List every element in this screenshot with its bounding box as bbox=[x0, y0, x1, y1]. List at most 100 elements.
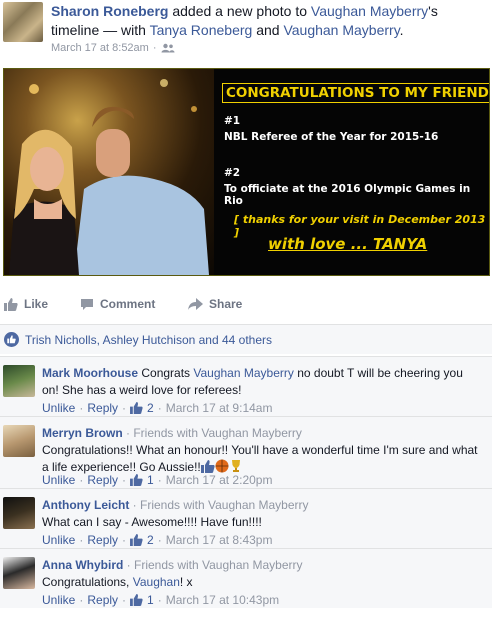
comment-icon bbox=[81, 298, 93, 310]
post-action-text: added a new photo to bbox=[168, 3, 311, 19]
reply-link[interactable]: Reply bbox=[87, 593, 118, 607]
comment-author[interactable]: Mark Moorhouse bbox=[42, 366, 138, 380]
separator: · bbox=[157, 533, 162, 547]
comment-like-count[interactable]: 1 bbox=[147, 593, 154, 607]
comment-timestamp[interactable]: March 17 at 10:43pm bbox=[166, 593, 279, 607]
thumbs-up-icon bbox=[4, 297, 18, 311]
comment-body: Merryn Brown · Friends with Vaughan Mayb… bbox=[42, 425, 482, 476]
comment-author[interactable]: Anna Whybird bbox=[42, 558, 123, 572]
comment-label: Comment bbox=[100, 297, 156, 311]
comment-text-before: Congratulations, bbox=[42, 575, 133, 589]
reply-link[interactable]: Reply bbox=[87, 533, 118, 547]
separator: · bbox=[79, 401, 84, 415]
post-possessive: 's bbox=[428, 3, 438, 19]
comments-list: Mark Moorhouse Congrats Vaughan Mayberry… bbox=[0, 356, 492, 608]
likes-summary-text: Trish Nicholls, Ashley Hutchison and 44 … bbox=[25, 332, 273, 347]
photo-item2-text: To officiate at the 2016 Olympic Games i… bbox=[224, 183, 471, 207]
comment-item: Anna Whybird · Friends with Vaughan Mayb… bbox=[0, 548, 492, 608]
reply-link[interactable]: Reply bbox=[87, 473, 118, 487]
separator: · bbox=[122, 593, 127, 607]
separator: · bbox=[157, 473, 162, 487]
author-avatar[interactable] bbox=[3, 2, 43, 42]
post-timeline-with: timeline — with bbox=[51, 22, 150, 38]
thumbs-up-icon bbox=[130, 474, 143, 486]
comment-friends-with: · Friends with Vaughan Mayberry bbox=[123, 558, 303, 572]
comment-actions: Unlike · Reply · 1 · March 17 at 2:20pm bbox=[42, 473, 272, 487]
comment-actions: Unlike · Reply · 2 · March 17 at 9:14am bbox=[42, 401, 272, 415]
separator: · bbox=[157, 593, 162, 607]
photo-people-illustration bbox=[9, 79, 209, 275]
photo-title: CONGRATULATIONS TO MY FRIEND bbox=[222, 83, 489, 103]
separator: · bbox=[122, 401, 127, 415]
separator: · bbox=[122, 533, 127, 547]
thumbs-up-icon bbox=[130, 534, 143, 546]
separator: · bbox=[79, 593, 84, 607]
share-button[interactable]: Share bbox=[184, 290, 274, 318]
separator: · bbox=[157, 401, 162, 415]
comment-text-after: ! x bbox=[179, 575, 193, 589]
comment-friends-with: · Friends with Vaughan Mayberry bbox=[129, 498, 309, 512]
photo-people bbox=[4, 69, 214, 275]
thumbs-up-icon bbox=[130, 594, 143, 606]
post-action-bar: Like Comment Share bbox=[0, 290, 492, 318]
thumbs-up-emoji-icon bbox=[200, 460, 215, 473]
post-target-link[interactable]: Vaughan Mayberry bbox=[311, 3, 428, 19]
photo-signoff: with love ... TANYA bbox=[268, 235, 428, 253]
likes-summary[interactable]: Trish Nicholls, Ashley Hutchison and 44 … bbox=[0, 324, 492, 354]
unlike-link[interactable]: Unlike bbox=[42, 401, 75, 415]
comment-body: Mark Moorhouse Congrats Vaughan Mayberry… bbox=[42, 365, 482, 399]
comment-author[interactable]: Anthony Leicht bbox=[42, 498, 129, 512]
like-button[interactable]: Like bbox=[0, 290, 76, 318]
comment-like-count[interactable]: 2 bbox=[147, 401, 154, 415]
comment-friends-with: · Friends with Vaughan Mayberry bbox=[122, 426, 302, 440]
friends-audience-icon[interactable] bbox=[161, 43, 175, 53]
comment-body: Anthony Leicht · Friends with Vaughan Ma… bbox=[42, 497, 482, 531]
comment-text: Congratulations!! What an honour!! You'l… bbox=[42, 443, 478, 474]
commenter-avatar[interactable] bbox=[3, 557, 35, 589]
like-count-icon bbox=[4, 332, 19, 347]
comment-body: Anna Whybird · Friends with Vaughan Mayb… bbox=[42, 557, 482, 591]
comment-item: Merryn Brown · Friends with Vaughan Mayb… bbox=[0, 416, 492, 488]
thumbs-up-icon bbox=[130, 402, 143, 414]
post-timestamp[interactable]: March 17 at 8:52am bbox=[51, 42, 149, 54]
comment-item: Mark Moorhouse Congrats Vaughan Mayberry… bbox=[0, 356, 492, 416]
like-label: Like bbox=[24, 297, 49, 311]
post-author-link[interactable]: Sharon Roneberg bbox=[51, 3, 168, 19]
photo-item1-number: #1 bbox=[224, 115, 241, 127]
share-label: Share bbox=[209, 297, 243, 311]
commenter-avatar[interactable] bbox=[3, 497, 35, 529]
comment-mention[interactable]: Vaughan bbox=[133, 575, 180, 589]
photo-item2-number: #2 bbox=[224, 167, 241, 179]
trophy-emoji-icon bbox=[231, 460, 240, 472]
tagged-user-link-1[interactable]: Tanya Roneberg bbox=[150, 22, 253, 38]
comment-mention[interactable]: Vaughan Mayberry bbox=[193, 366, 294, 380]
unlike-link[interactable]: Unlike bbox=[42, 593, 75, 607]
separator: · bbox=[79, 473, 84, 487]
post-period: . bbox=[399, 22, 404, 38]
comment-actions: Unlike · Reply · 2 · March 17 at 8:43pm bbox=[42, 533, 272, 547]
reply-link[interactable]: Reply bbox=[87, 401, 118, 415]
commenter-avatar[interactable] bbox=[3, 365, 35, 397]
comment-like-count[interactable]: 2 bbox=[147, 533, 154, 547]
separator: · bbox=[79, 533, 84, 547]
share-arrow-icon bbox=[188, 297, 203, 310]
comment-button[interactable]: Comment bbox=[76, 290, 184, 318]
unlike-link[interactable]: Unlike bbox=[42, 473, 75, 487]
comment-actions: Unlike · Reply · 1 · March 17 at 10:43pm bbox=[42, 593, 279, 607]
comment-timestamp[interactable]: March 17 at 9:14am bbox=[166, 401, 273, 415]
commenter-avatar[interactable] bbox=[3, 425, 35, 457]
post-headline: Sharon Roneberg added a new photo to Vau… bbox=[51, 2, 487, 40]
comment-timestamp[interactable]: March 17 at 2:20pm bbox=[166, 473, 273, 487]
separator: · bbox=[152, 42, 157, 54]
comment-like-count[interactable]: 1 bbox=[147, 473, 154, 487]
post-photo[interactable]: CONGRATULATIONS TO MY FRIEND #1 NBL Refe… bbox=[3, 68, 490, 276]
comment-text-before: Congrats bbox=[138, 366, 194, 380]
comment-text: What can I say - Awesome!!!! Have fun!!!… bbox=[42, 515, 262, 529]
comment-timestamp[interactable]: March 17 at 8:43pm bbox=[166, 533, 273, 547]
tagged-user-link-2[interactable]: Vaughan Mayberry bbox=[283, 22, 399, 38]
comment-item: Anthony Leicht · Friends with Vaughan Ma… bbox=[0, 488, 492, 548]
comment-author[interactable]: Merryn Brown bbox=[42, 426, 123, 440]
post-and: and bbox=[252, 22, 284, 38]
photo-caption-panel: CONGRATULATIONS TO MY FRIEND #1 NBL Refe… bbox=[214, 69, 489, 275]
unlike-link[interactable]: Unlike bbox=[42, 533, 75, 547]
